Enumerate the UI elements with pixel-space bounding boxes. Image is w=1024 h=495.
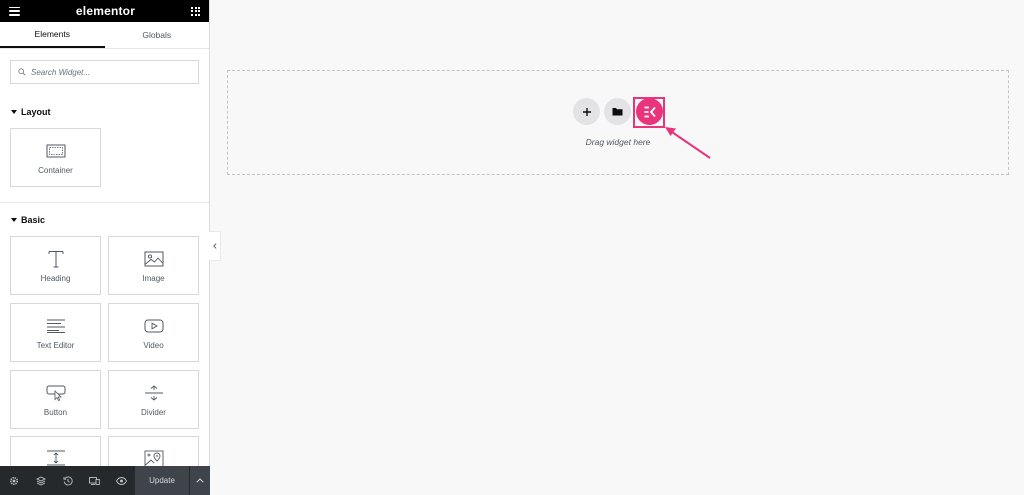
- layers-icon[interactable]: [27, 466, 54, 495]
- widget-label: Divider: [141, 408, 166, 417]
- video-icon: [144, 319, 163, 333]
- panel-tabs: Elements Globals: [0, 22, 209, 49]
- spacer-icon: [46, 450, 65, 466]
- category-layout-toggle[interactable]: Layout: [0, 105, 51, 119]
- widget-video[interactable]: Video: [108, 303, 199, 362]
- heading-icon: [48, 251, 63, 268]
- settings-icon[interactable]: [0, 466, 27, 495]
- history-icon[interactable]: [54, 466, 81, 495]
- caret-down-icon: [11, 110, 17, 114]
- add-section-button[interactable]: [573, 98, 600, 125]
- category-basic-toggle[interactable]: Basic: [0, 213, 45, 227]
- category-divider: [0, 202, 209, 203]
- divider-icon: [144, 385, 163, 401]
- search-icon: [18, 68, 26, 76]
- widgets-grid-icon[interactable]: [191, 6, 200, 16]
- image-icon: [144, 251, 163, 267]
- widget-container[interactable]: Container: [10, 128, 101, 187]
- category-title: Basic: [21, 215, 46, 225]
- template-library-button[interactable]: [604, 98, 631, 125]
- template-library-icon: [612, 108, 623, 116]
- collapse-panel-button[interactable]: [209, 231, 221, 261]
- widget-spacer[interactable]: [10, 436, 101, 466]
- tab-elements[interactable]: Elements: [0, 22, 105, 48]
- widget-label: Container: [38, 166, 73, 175]
- widget-text-editor[interactable]: Text Editor: [10, 303, 101, 362]
- category-title: Layout: [21, 107, 51, 117]
- search-input[interactable]: [31, 67, 181, 77]
- search-box: [10, 60, 199, 84]
- container-icon: [46, 144, 65, 158]
- widget-label: Text Editor: [36, 341, 75, 350]
- save-options-button[interactable]: [190, 466, 210, 495]
- widget-image[interactable]: Image: [108, 236, 199, 295]
- panel-footer: Update: [0, 466, 210, 495]
- widget-heading[interactable]: Heading: [10, 236, 101, 295]
- widget-label: Video: [143, 341, 164, 350]
- hamburger-menu-icon[interactable]: [9, 6, 20, 16]
- caret-down-icon: [11, 218, 17, 222]
- widget-label: Heading: [40, 274, 71, 283]
- tab-globals[interactable]: Globals: [105, 22, 210, 48]
- responsive-icon[interactable]: [81, 466, 108, 495]
- chevron-up-icon: [196, 478, 204, 483]
- editor-panel: elementor Elements Globals Layout Contai…: [0, 0, 210, 495]
- chevron-left-icon: [212, 243, 217, 249]
- panel-header: elementor: [0, 0, 209, 22]
- widget-google-maps[interactable]: [108, 436, 199, 468]
- elementor-logo: elementor: [75, 4, 136, 18]
- widget-label: Button: [43, 408, 68, 417]
- widget-label: Image: [142, 274, 165, 283]
- button-icon: [46, 385, 65, 401]
- preview-icon[interactable]: [108, 466, 135, 495]
- update-button[interactable]: Update: [135, 466, 189, 495]
- widget-button[interactable]: Button: [10, 370, 101, 429]
- widget-divider[interactable]: Divider: [108, 370, 199, 429]
- drag-widget-hint: Drag widget here: [585, 137, 651, 147]
- add-section-icon: [582, 107, 591, 116]
- text-editor-icon: [46, 319, 65, 333]
